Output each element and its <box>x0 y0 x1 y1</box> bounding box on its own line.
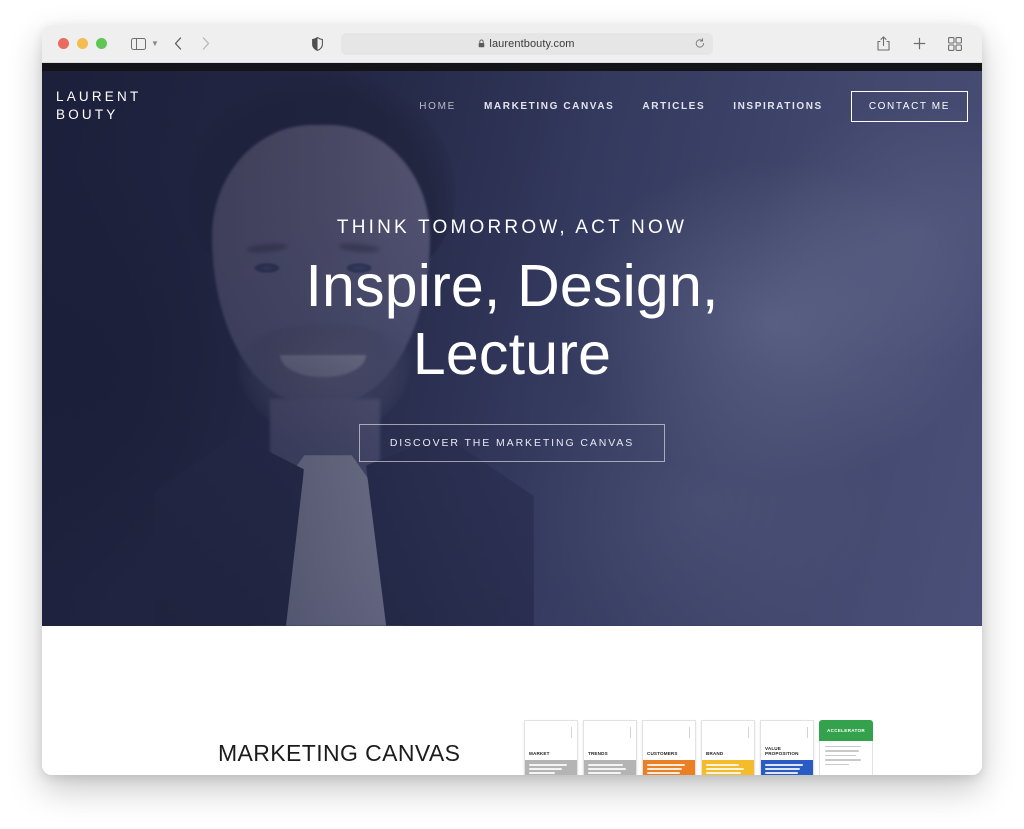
reload-icon[interactable] <box>695 38 705 49</box>
card-body <box>702 760 754 775</box>
card-text-line <box>529 764 567 766</box>
card-text-line <box>825 763 850 765</box>
card-text-line <box>765 764 803 766</box>
card-corner-mark <box>807 727 808 738</box>
webpage-viewport: LAURENT BOUTY HOME MARKETING CANVAS ARTI… <box>42 63 982 775</box>
headline-line-1: Inspire, Design, <box>305 253 719 320</box>
card-body <box>525 760 577 775</box>
card-corner-mark <box>689 727 690 738</box>
sidebar-toggle-button[interactable] <box>125 32 151 56</box>
card-body <box>761 760 813 775</box>
card-label: VALUE PROPOSITION <box>765 745 799 757</box>
card-text-line <box>647 772 680 774</box>
card-header: ACCELERATOR <box>819 720 873 741</box>
section-title: MARKETING CANVAS <box>218 740 461 766</box>
marketing-canvas-section: MARKETING CANVAS MARKET TRENDS CUSTOMERS… <box>42 626 982 775</box>
card-text-line <box>588 768 626 770</box>
canvas-cards: MARKET TRENDS CUSTOMERS BRAND VALUE PROP… <box>524 720 873 775</box>
card-label: BRAND <box>706 751 724 757</box>
chevron-down-icon[interactable]: ▼ <box>151 39 159 48</box>
url-text: laurentbouty.com <box>489 37 575 50</box>
back-button[interactable] <box>165 32 191 56</box>
card-text-line <box>825 759 862 761</box>
share-button[interactable] <box>870 32 896 56</box>
card-label: ACCELERATOR <box>826 728 866 733</box>
card-label: MARKET <box>529 751 550 757</box>
card-body <box>819 741 873 775</box>
card-text-line <box>706 764 739 766</box>
share-icon <box>876 36 890 51</box>
tab-overview-button[interactable] <box>942 32 968 56</box>
canvas-card-trends[interactable]: TRENDS <box>583 720 637 775</box>
card-label: CUSTOMERS <box>647 751 678 757</box>
forward-button[interactable] <box>193 32 219 56</box>
tab-overview-icon <box>948 36 962 51</box>
toolbar-actions <box>870 32 968 56</box>
card-text-line <box>825 750 859 752</box>
plus-icon <box>913 37 925 50</box>
hero-eyebrow: THINK TOMORROW, ACT NOW <box>336 217 688 239</box>
canvas-card-value-proposition[interactable]: VALUE PROPOSITION <box>760 720 814 775</box>
card-text-line <box>647 764 685 766</box>
close-window-button[interactable] <box>58 38 69 49</box>
card-corner-mark <box>571 727 572 738</box>
back-arrow-icon <box>174 37 182 50</box>
card-header: TRENDS <box>584 721 636 760</box>
card-text-line <box>529 772 555 774</box>
card-header: MARKET <box>525 721 577 760</box>
card-corner-mark <box>748 727 749 738</box>
card-text-line <box>825 754 857 757</box>
card-text-line <box>588 772 621 774</box>
card-header: CUSTOMERS <box>643 721 695 760</box>
card-header: BRAND <box>702 721 754 760</box>
card-text-line <box>706 772 742 774</box>
card-label: TRENDS <box>588 751 608 757</box>
card-text-line <box>647 768 683 770</box>
canvas-card-customers[interactable]: CUSTOMERS <box>642 720 696 775</box>
window-controls <box>58 38 107 49</box>
hero-content: THINK TOMORROW, ACT NOW Inspire, Design,… <box>42 63 982 626</box>
sidebar-toggle-icon <box>130 37 146 50</box>
card-text-line <box>825 746 862 748</box>
canvas-card-accelerator[interactable]: ACCELERATOR <box>819 720 873 775</box>
card-body <box>584 760 636 775</box>
card-body <box>643 760 695 775</box>
minimize-window-button[interactable] <box>77 38 88 49</box>
forward-arrow-icon <box>202 37 210 50</box>
privacy-shield-icon[interactable] <box>311 36 323 51</box>
card-text-line <box>765 772 798 774</box>
card-text-line <box>706 768 744 770</box>
discover-marketing-canvas-button[interactable]: DISCOVER THE MARKETING CANVAS <box>358 423 666 462</box>
navigation-controls: ▼ <box>125 32 219 56</box>
maximize-window-button[interactable] <box>96 38 107 49</box>
new-tab-button[interactable] <box>906 32 932 56</box>
card-corner-mark <box>630 727 631 738</box>
card-text-line <box>588 764 624 766</box>
headline-line-2: Lecture <box>412 320 612 387</box>
card-header: VALUE PROPOSITION <box>761 721 813 760</box>
browser-window: ▼ laurentbouty.com LAURENT BOUTY HOME MA… <box>42 25 982 775</box>
browser-toolbar: ▼ laurentbouty.com <box>42 25 982 63</box>
lock-icon <box>478 39 485 48</box>
card-text-line <box>529 768 562 770</box>
hero-headline: Inspire, Design, Lecture <box>305 253 718 388</box>
canvas-card-brand[interactable]: BRAND <box>701 720 755 775</box>
url-input[interactable]: laurentbouty.com <box>340 32 713 55</box>
canvas-card-market[interactable]: MARKET <box>524 720 578 775</box>
card-text-line <box>765 768 801 770</box>
